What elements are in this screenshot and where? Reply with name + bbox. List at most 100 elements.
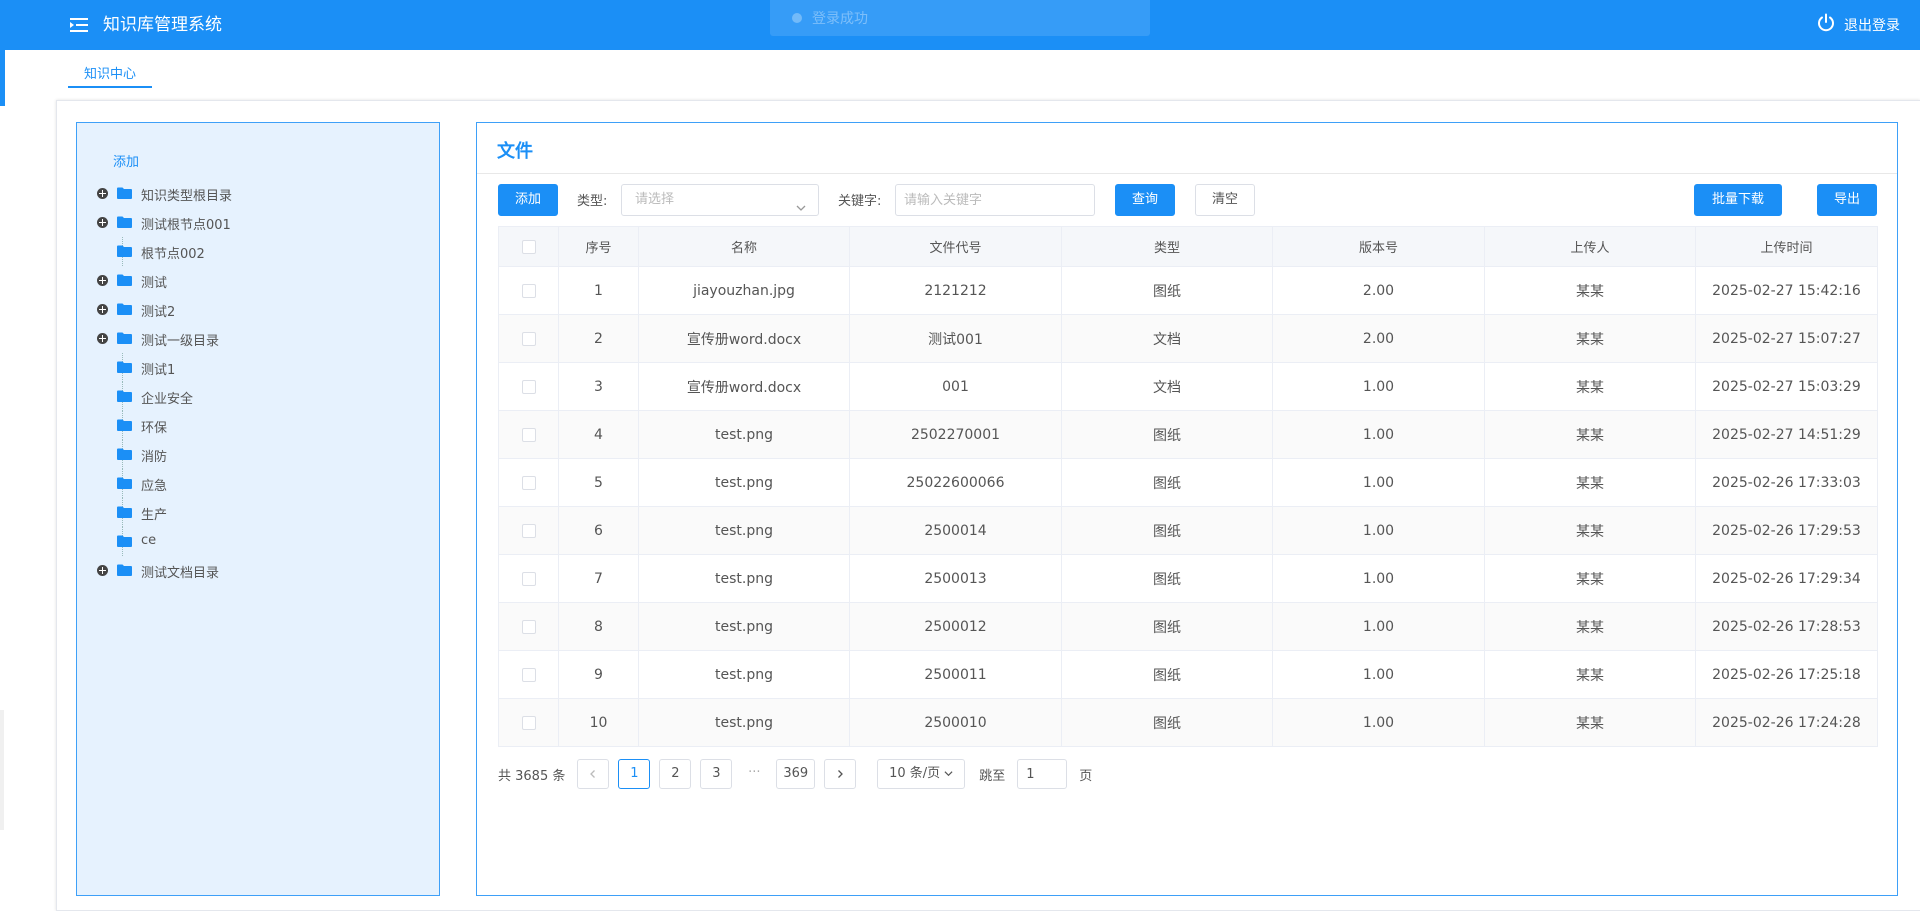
- page-suffix: 页: [1079, 768, 1093, 784]
- last-page-button[interactable]: 369: [776, 759, 816, 789]
- expand-plus-icon[interactable]: [97, 565, 108, 576]
- row-checkbox[interactable]: [521, 379, 536, 394]
- expand-plus-icon[interactable]: [97, 217, 108, 228]
- tree-node[interactable]: 测试文档目录: [97, 556, 417, 585]
- search-button[interactable]: 查询: [1115, 184, 1175, 216]
- table-cell: 某某: [1484, 602, 1696, 651]
- row-checkbox[interactable]: [521, 283, 536, 298]
- row-select-cell: [498, 410, 559, 459]
- folder-icon: [117, 216, 132, 228]
- row-checkbox[interactable]: [521, 715, 536, 730]
- more-pages-button[interactable]: ···: [741, 759, 768, 789]
- chevron-down-icon: [944, 771, 953, 777]
- table-row[interactable]: 5 test.png 25022600066 图纸 1.00 某某 2025-02-26 1…: [498, 458, 1878, 507]
- tree-node[interactable]: 应急: [97, 469, 417, 498]
- tree-node[interactable]: 环保: [97, 411, 417, 440]
- page-2-button[interactable]: 2: [659, 759, 692, 789]
- select-all-checkbox[interactable]: [521, 239, 536, 254]
- table-row[interactable]: 9 test.png 2500011 图纸 1.00 某某 2025-02-26 17:25…: [498, 650, 1878, 699]
- tree-node[interactable]: ce: [97, 527, 417, 556]
- tree-node-label: 环保: [141, 421, 168, 436]
- logout-button[interactable]: 退出登录: [1816, 13, 1900, 37]
- row-checkbox[interactable]: [521, 667, 536, 682]
- batch-download-button[interactable]: 批量下载: [1694, 184, 1782, 216]
- row-select-cell: [498, 554, 559, 603]
- expand-plus-icon[interactable]: [97, 275, 108, 286]
- tree-node[interactable]: 测试: [97, 266, 417, 295]
- chevron-down-icon: [796, 195, 806, 211]
- row-select-cell: [498, 602, 559, 651]
- chevron-right-icon: [838, 769, 844, 778]
- chevron-left-icon: [590, 769, 596, 778]
- tab-knowledge-center[interactable]: 知识中心: [68, 64, 152, 88]
- row-checkbox[interactable]: [521, 523, 536, 538]
- table-cell: test.png: [638, 650, 850, 699]
- folder-icon: [117, 448, 132, 460]
- table-row[interactable]: 1 jiayouzhan.jpg 2121212 图纸 2.00 某某 2025-02-27…: [498, 266, 1878, 315]
- table-cell: 文档: [1061, 362, 1273, 411]
- row-select-cell: [498, 650, 559, 699]
- expand-plus-icon[interactable]: [97, 333, 108, 344]
- table-row[interactable]: 3 宣传册word.docx 001 文档 1.00 某某 2025-02-27 15:03…: [498, 362, 1878, 411]
- tree-node[interactable]: 企业安全: [97, 382, 417, 411]
- folder-icon: [117, 506, 132, 518]
- row-select-cell: [498, 506, 559, 555]
- table-row[interactable]: 4 test.png 2502270001 图纸 1.00 某某 2025-02-27 14…: [498, 410, 1878, 459]
- table-cell: 2502270001: [849, 410, 1062, 459]
- table-cell: 某某: [1484, 650, 1696, 699]
- table-cell: 某某: [1484, 410, 1696, 459]
- toast-message: 登录成功: [770, 0, 1150, 36]
- page-size-select[interactable]: 10 条/页: [877, 759, 966, 789]
- toast-text: 登录成功: [812, 11, 868, 27]
- row-checkbox[interactable]: [521, 331, 536, 346]
- table-cell: 8: [558, 602, 639, 651]
- table-row[interactable]: 8 test.png 2500012 图纸 1.00 某某 2025-02-26 17:28…: [498, 602, 1878, 651]
- table-row[interactable]: 6 test.png 2500014 图纸 1.00 某某 2025-02-26 17:29…: [498, 506, 1878, 555]
- table-cell: 2500012: [849, 602, 1062, 651]
- folder-icon: [117, 187, 132, 199]
- table-cell: 4: [558, 410, 639, 459]
- export-button[interactable]: 导出: [1817, 184, 1877, 216]
- next-page-button[interactable]: [824, 759, 857, 789]
- tree-node[interactable]: 消防: [97, 440, 417, 469]
- power-icon: [1816, 13, 1836, 37]
- row-select-cell: [498, 314, 559, 363]
- tree-node[interactable]: 测试1: [97, 353, 417, 382]
- tree-node[interactable]: 根节点002: [97, 237, 417, 266]
- table-cell: 图纸: [1061, 650, 1273, 699]
- expand-plus-icon[interactable]: [97, 188, 108, 199]
- tree-node-label: 测试2: [141, 305, 176, 320]
- type-select[interactable]: 请选择: [621, 184, 819, 216]
- table-cell: 宣传册word.docx: [638, 362, 850, 411]
- tree-node-label: 测试1: [141, 363, 176, 378]
- row-checkbox[interactable]: [521, 571, 536, 586]
- tree-node-label: 根节点002: [141, 247, 205, 262]
- expand-plus-icon[interactable]: [97, 304, 108, 315]
- page-3-button[interactable]: 3: [700, 759, 733, 789]
- clear-button[interactable]: 清空: [1195, 184, 1255, 216]
- column-header: 类型: [1061, 226, 1273, 267]
- page-1-button[interactable]: 1: [618, 759, 651, 789]
- tree-node[interactable]: 测试2: [97, 295, 417, 324]
- menu-fold-icon[interactable]: [70, 17, 88, 33]
- tree-node[interactable]: 测试根节点001: [97, 208, 417, 237]
- tree-node[interactable]: 生产: [97, 498, 417, 527]
- tree-node[interactable]: 知识类型根目录: [97, 179, 417, 208]
- tree-node[interactable]: 测试一级目录: [97, 324, 417, 353]
- row-checkbox[interactable]: [521, 427, 536, 442]
- keyword-input[interactable]: [895, 184, 1095, 216]
- row-select-cell: [498, 266, 559, 315]
- tree-add-button[interactable]: 添加: [113, 151, 139, 170]
- add-file-button[interactable]: 添加: [498, 184, 558, 216]
- table-row[interactable]: 10 test.png 2500010 图纸 1.00 某某 2025-02-26 17:2…: [498, 698, 1878, 747]
- row-checkbox[interactable]: [521, 475, 536, 490]
- table-cell: 2025-02-27 15:42:16: [1695, 266, 1878, 315]
- tree-node-label: 测试文档目录: [141, 566, 220, 581]
- folder-icon: [117, 390, 132, 402]
- prev-page-button[interactable]: [577, 759, 610, 789]
- table-row[interactable]: 7 test.png 2500013 图纸 1.00 某某 2025-02-26 17:29…: [498, 554, 1878, 603]
- goto-page-input[interactable]: [1017, 759, 1068, 789]
- row-checkbox[interactable]: [521, 619, 536, 634]
- table-row[interactable]: 2 宣传册word.docx 测试001 文档 2.00 某某 2025-02-27 15:…: [498, 314, 1878, 363]
- column-header: 版本号: [1272, 226, 1485, 267]
